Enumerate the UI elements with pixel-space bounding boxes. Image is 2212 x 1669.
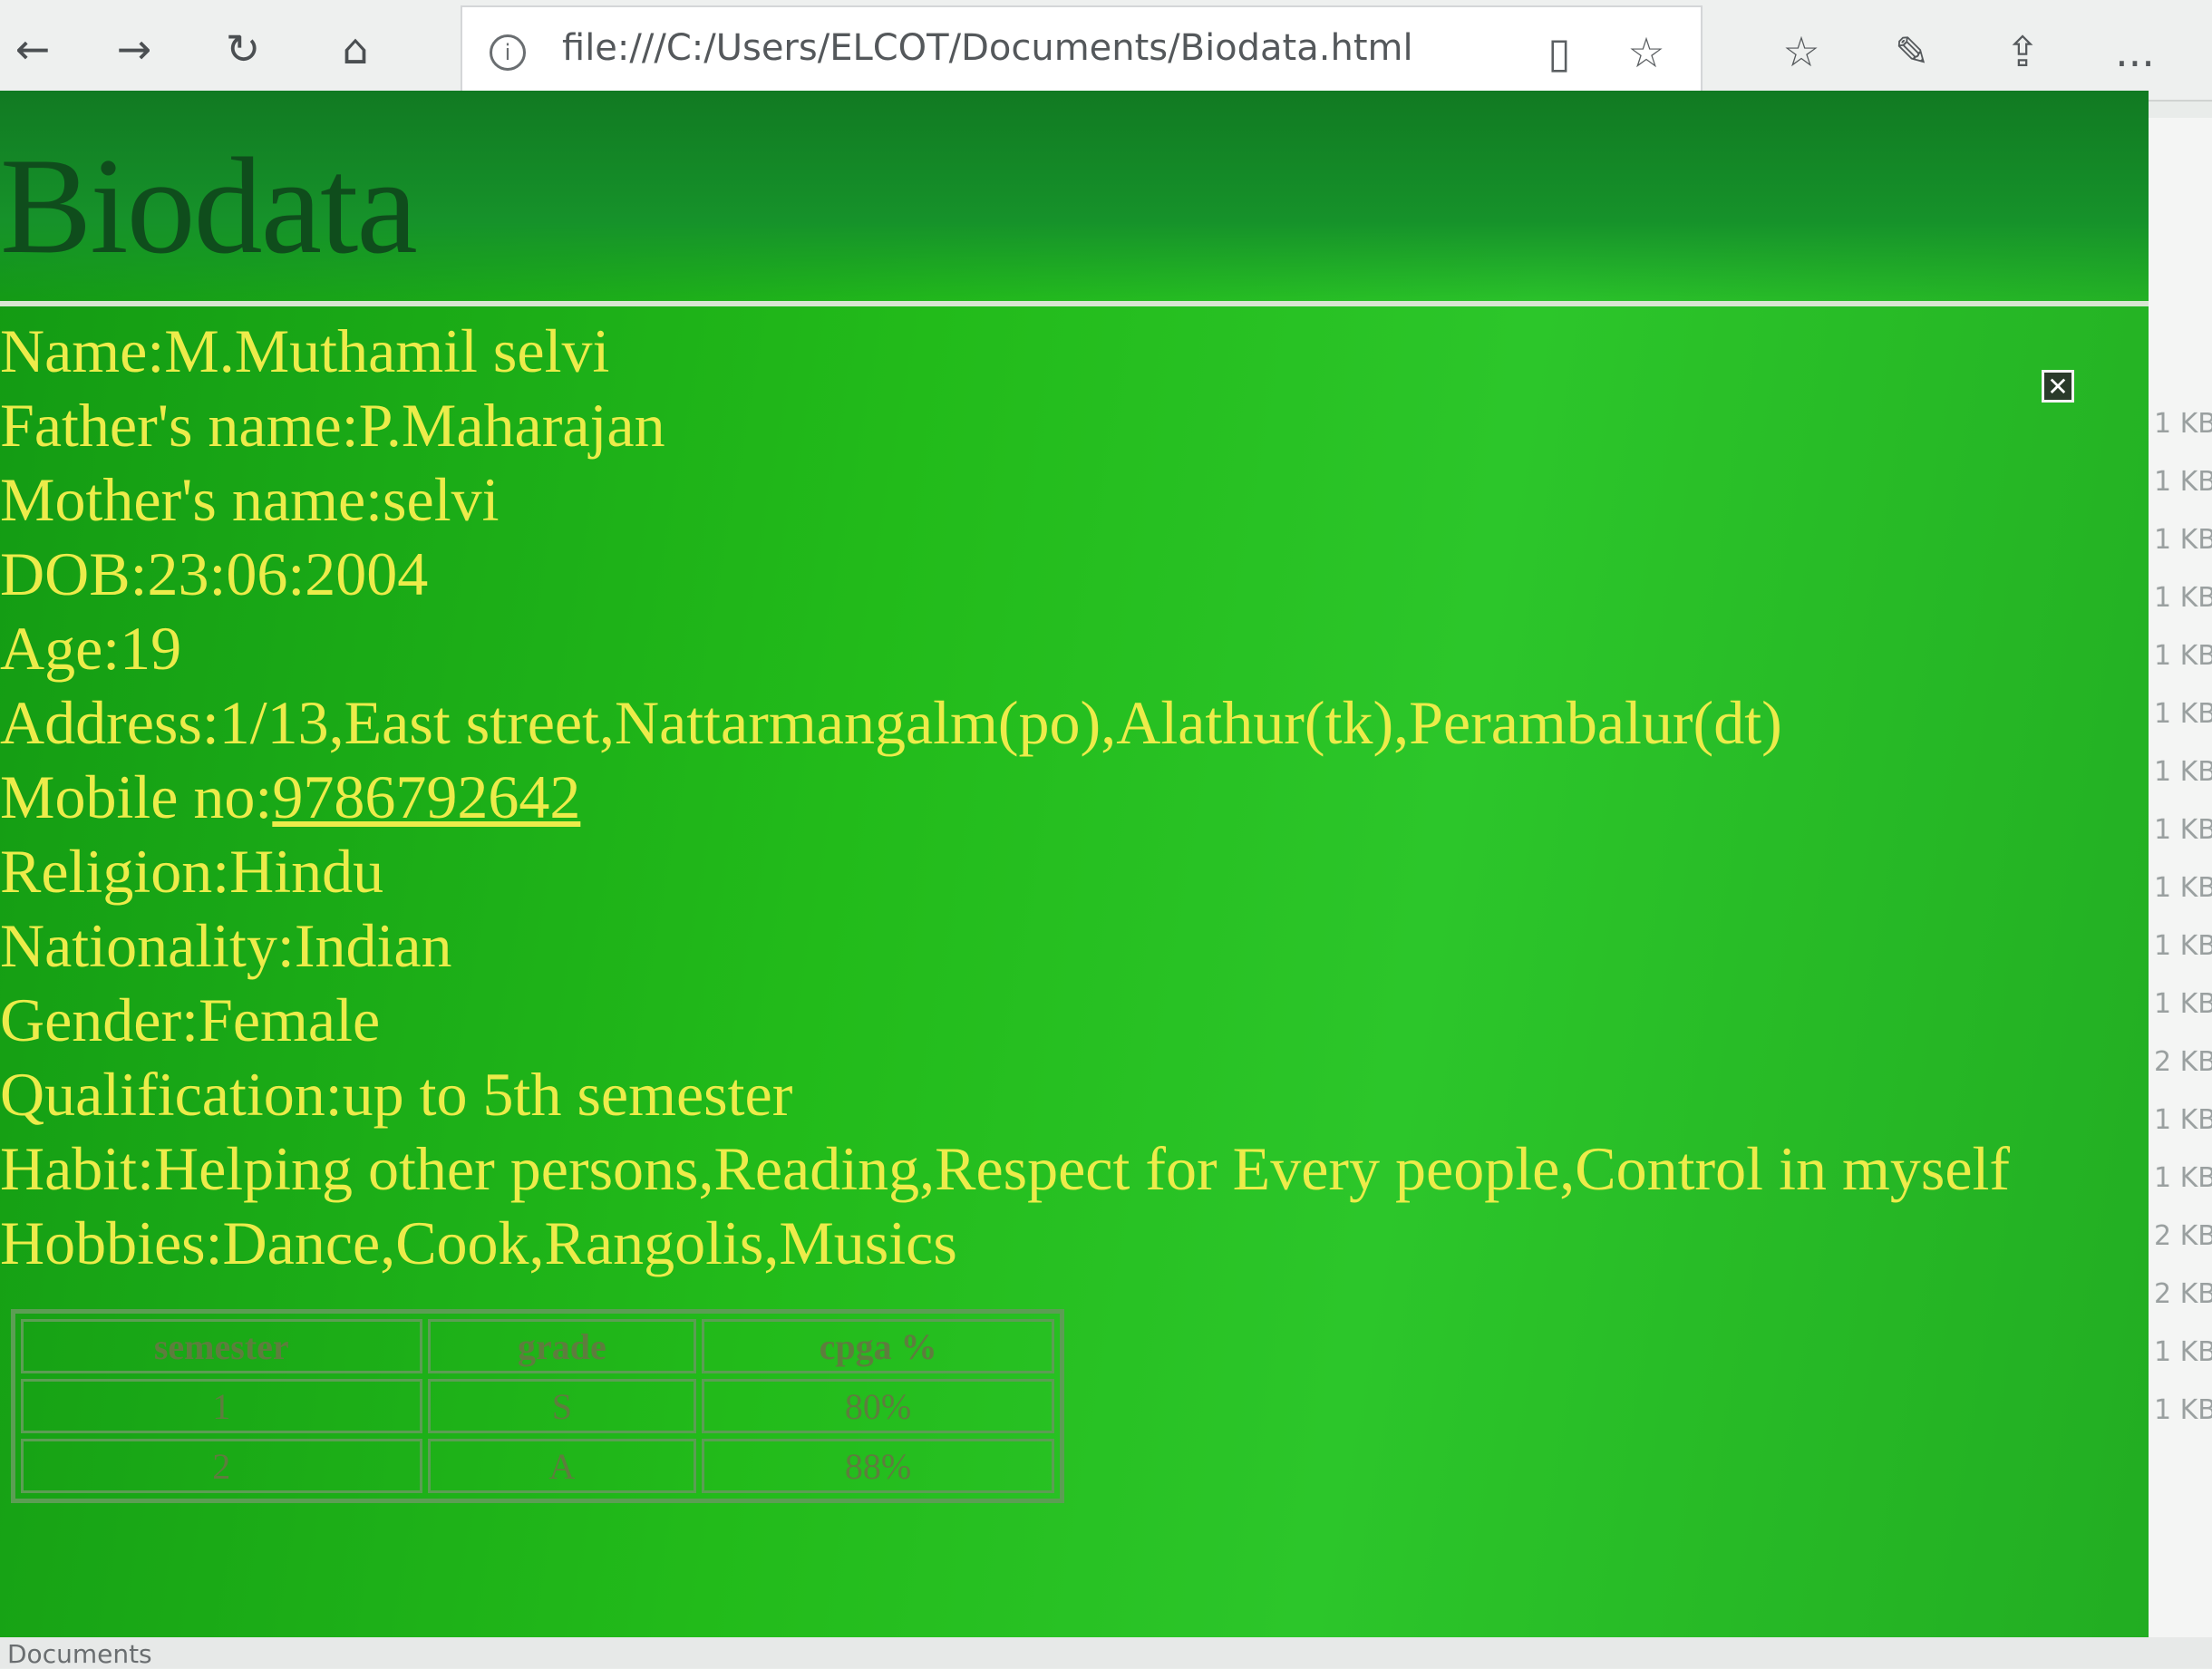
detail-name: Name:M.Muthamil selvi (0, 316, 610, 385)
detail-father-name: Father's name:P.Maharajan (0, 391, 665, 460)
file-size-label: 2 KB (2154, 1220, 2212, 1252)
detail-habit: Habit:Helping other persons,Reading,Resp… (0, 1134, 2011, 1203)
status-text: Documents (7, 1639, 152, 1669)
url-text[interactable]: file:///C:/Users/ELCOT/Documents/Biodata… (562, 27, 1413, 69)
file-size-label: 1 KB (2154, 698, 2212, 730)
file-size-label: 1 KB (2154, 872, 2212, 904)
header-semester: semester (21, 1319, 422, 1373)
table-header-row: semester grade cpga % (21, 1319, 1054, 1373)
page-content: Biodata ✕ Name:M.Muthamil selvi Father's… (0, 91, 2149, 1641)
cell-cpga: 88% (702, 1439, 1054, 1493)
cell-semester: 1 (21, 1379, 422, 1433)
home-icon[interactable]: ⌂ (323, 16, 388, 82)
detail-age: Age:19 (0, 614, 182, 683)
cell-grade: A (427, 1439, 697, 1493)
status-bar: Documents (0, 1637, 2212, 1669)
header-grade: grade (427, 1319, 697, 1373)
more-icon[interactable]: ... (2103, 20, 2167, 83)
cell-semester: 2 (21, 1439, 422, 1493)
favorite-star-icon[interactable]: ☆ (1619, 25, 1674, 80)
file-size-label: 1 KB (2154, 1394, 2212, 1426)
grade-table: semester grade cpga % 1 S 80% 2 A 88% (11, 1309, 1064, 1503)
address-bar[interactable]: i file:///C:/Users/ELCOT/Documents/Bioda… (461, 5, 1703, 96)
back-icon[interactable]: ← (0, 16, 65, 82)
table-row: 2 A 88% (21, 1439, 1054, 1493)
file-size-label: 2 KB (2154, 1278, 2212, 1310)
detail-hobbies: Hobbies:Dance,Cook,Rangolis,Musics (0, 1208, 957, 1277)
file-size-label: 1 KB (2154, 524, 2212, 556)
detail-address: Address:1/13,East street,Nattarmangalm(p… (0, 688, 1782, 757)
browser-toolbar: ← → ↻ ⌂ i file:///C:/Users/ELCOT/Documen… (0, 0, 2212, 102)
file-size-label: 1 KB (2154, 582, 2212, 614)
file-size-label: 1 KB (2154, 1336, 2212, 1368)
file-size-label: 1 KB (2154, 814, 2212, 846)
file-size-label: 1 KB (2154, 930, 2212, 962)
header-cpga: cpga % (702, 1319, 1054, 1373)
file-size-label: 1 KB (2154, 408, 2212, 440)
refresh-icon[interactable]: ↻ (210, 16, 276, 82)
info-icon[interactable]: i (490, 34, 526, 71)
file-size-label: 1 KB (2154, 1104, 2212, 1136)
mobile-link[interactable]: 9786792642 (272, 762, 580, 831)
favorites-list-icon[interactable]: ☆ (1770, 20, 1833, 83)
detail-nationality: Nationality:Indian (0, 911, 452, 980)
file-size-label: 1 KB (2154, 988, 2212, 1020)
cell-grade: S (427, 1379, 697, 1433)
cell-cpga: 80% (702, 1379, 1054, 1433)
reading-view-icon[interactable]: ▯ (1532, 25, 1586, 80)
share-icon[interactable]: ⇪ (1991, 20, 2054, 83)
table-row: 1 S 80% (21, 1379, 1054, 1433)
horizontal-rule (0, 301, 2149, 306)
mobile-label: Mobile no: (0, 762, 273, 831)
file-size-label: 1 KB (2154, 640, 2212, 672)
file-size-label: 2 KB (2154, 1046, 2212, 1078)
background-file-list: 1 KB 1 KB 1 KB 1 KB 1 KB 1 KB 1 KB 1 KB … (2149, 118, 2212, 1641)
pen-icon[interactable]: ✎ (1880, 20, 1944, 83)
detail-dob: DOB:23:06:2004 (0, 539, 429, 608)
file-size-label: 1 KB (2154, 466, 2212, 498)
biodata-details: Name:M.Muthamil selvi Father's name:P.Ma… (0, 314, 2010, 1280)
forward-icon[interactable]: → (102, 16, 167, 82)
detail-gender: Gender:Female (0, 985, 381, 1054)
file-size-label: 1 KB (2154, 1162, 2212, 1194)
page-title: Biodata (0, 130, 418, 282)
close-icon[interactable]: ✕ (2042, 370, 2074, 403)
file-size-label: 1 KB (2154, 756, 2212, 788)
detail-religion: Religion:Hindu (0, 837, 384, 906)
detail-mother-name: Mother's name:selvi (0, 465, 500, 534)
detail-qualification: Qualification:up to 5th semester (0, 1060, 793, 1129)
detail-mobile: Mobile no:9786792642 (0, 760, 2010, 834)
